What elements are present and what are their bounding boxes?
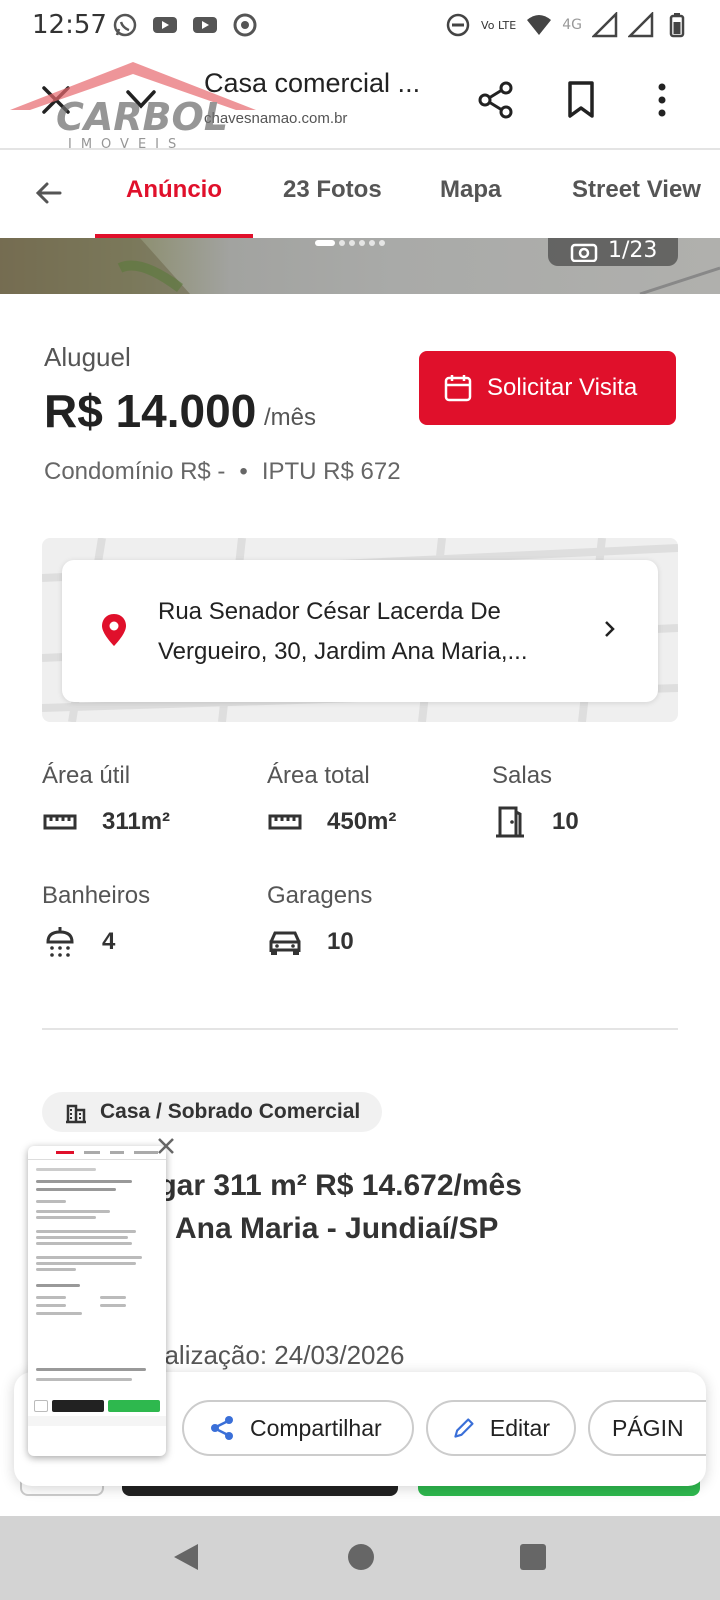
page-url[interactable]: chavesnamao.com.br <box>204 110 347 127</box>
tab-mapa[interactable]: Mapa <box>440 176 501 204</box>
price-label: Aluguel <box>44 342 131 372</box>
photo-gallery[interactable]: 1/23 <box>0 238 720 294</box>
address-text: Rua Senador César Lacerda De Vergueiro, … <box>158 592 578 672</box>
feature-salas: Salas 10 <box>492 762 692 840</box>
chevron-down-icon[interactable] <box>124 84 158 114</box>
property-type-label: Casa / Sobrado Comercial <box>100 1100 361 1123</box>
feature-label: Área total <box>267 762 370 789</box>
thumb-tabs <box>28 1146 166 1160</box>
shower-icon <box>46 927 74 957</box>
last-update: ualização: 24/03/2026 <box>150 1340 405 1370</box>
feature-value: 4 <box>102 928 116 955</box>
listing-tabs: Anúncio 23 Fotos Mapa Street View <box>0 150 720 238</box>
youtube-icon <box>193 17 217 33</box>
photo-counter-text: 1/23 <box>608 238 658 263</box>
feature-label: Salas <box>492 762 553 789</box>
feature-area-total: Área total 450m² <box>267 762 467 840</box>
building-icon <box>66 1104 86 1124</box>
iptu-fee: IPTU R$ 672 <box>261 458 401 485</box>
nav-back-icon[interactable] <box>172 1542 200 1572</box>
whatsapp-icon <box>113 13 137 37</box>
fee-separator: • <box>239 458 248 485</box>
feature-label: Banheiros <box>42 882 151 909</box>
full-page-button[interactable]: PÁGIN <box>588 1400 706 1456</box>
volte-label: Vo LTE <box>481 18 517 32</box>
screenshot-thumbnail[interactable] <box>28 1146 166 1456</box>
feature-value: 311m² <box>102 808 171 835</box>
close-icon[interactable] <box>38 82 74 118</box>
close-thumbnail-icon[interactable] <box>156 1136 176 1156</box>
car-icon <box>269 931 301 955</box>
feature-value: 450m² <box>327 808 397 835</box>
price-unit: /mês <box>264 404 317 431</box>
ruler-icon <box>43 814 77 830</box>
location-pin-icon <box>102 614 126 646</box>
photo-counter: 1/23 <box>548 238 678 266</box>
nav-home-icon[interactable] <box>348 1544 374 1570</box>
address-card[interactable]: Rua Senador César Lacerda De Vergueiro, … <box>62 560 658 702</box>
price-value: R$ 14.000 <box>44 385 257 437</box>
signal-icon <box>592 12 618 38</box>
edit-button[interactable]: Editar <box>426 1400 576 1456</box>
feature-area-util: Área útil 311m² <box>42 762 242 840</box>
system-icons: Vo LTE 4G <box>445 12 690 38</box>
request-visit-label: Solicitar Visita <box>487 374 638 401</box>
bookmark-icon[interactable] <box>564 80 598 120</box>
page-title[interactable]: Casa comercial ... <box>204 68 444 99</box>
feature-garagens: Garagens 10 <box>267 882 467 960</box>
tab-fotos[interactable]: 23 Fotos <box>283 176 382 204</box>
calendar-icon <box>444 375 472 402</box>
camera-icon <box>570 243 598 262</box>
chrome-icon <box>233 13 257 37</box>
pencil-icon <box>454 1418 474 1438</box>
full-page-label: PÁGIN <box>612 1414 684 1441</box>
share-label: Compartilhar <box>250 1414 382 1441</box>
address-line-1: Rua Senador César Lacerda De <box>158 598 501 625</box>
tab-street-view[interactable]: Street View <box>572 176 701 204</box>
edit-label: Editar <box>489 1414 550 1441</box>
network-type: 4G <box>562 17 582 33</box>
share-icon[interactable] <box>476 80 516 120</box>
feature-value: 10 <box>552 808 579 835</box>
share-button[interactable]: Compartilhar <box>182 1400 414 1456</box>
nav-recents-icon[interactable] <box>520 1544 546 1570</box>
more-menu-icon[interactable] <box>650 80 674 120</box>
section-divider <box>42 1028 678 1030</box>
feature-label: Garagens <box>267 882 373 909</box>
battery-icon <box>669 13 685 38</box>
share-icon <box>211 1416 233 1440</box>
ruler-icon <box>268 814 302 830</box>
status-time: 12:57 <box>32 10 107 40</box>
dnd-icon <box>446 13 470 37</box>
request-visit-button[interactable]: Solicitar Visita <box>419 351 676 425</box>
notification-icons <box>112 12 258 38</box>
address-line-2: Vergueiro, 30, Jardim Ana Maria,... <box>158 638 528 665</box>
chevron-right-icon <box>605 621 615 637</box>
feature-value: 10 <box>327 928 354 955</box>
wifi-icon <box>527 15 552 35</box>
tab-anuncio[interactable]: Anúncio <box>126 176 222 204</box>
signal-icon <box>628 12 654 38</box>
system-navigation-bar <box>0 1516 720 1600</box>
condominio-fee: Condomínio R$ - <box>44 458 226 485</box>
fees-line: Condomínio R$ - • IPTU R$ 672 <box>44 458 401 486</box>
property-type-chip: Casa / Sobrado Comercial <box>42 1092 383 1132</box>
browser-toolbar: Casa comercial ... chavesnamao.com.br CA… <box>0 52 720 152</box>
feature-banheiros: Banheiros 4 <box>42 882 242 960</box>
status-bar: 12:57 Vo LTE 4G <box>0 0 720 52</box>
youtube-icon <box>153 17 177 33</box>
feature-label: Área útil <box>42 762 131 789</box>
door-icon <box>496 806 524 838</box>
gallery-pager-dots <box>315 240 385 246</box>
back-arrow-icon[interactable] <box>34 178 64 208</box>
